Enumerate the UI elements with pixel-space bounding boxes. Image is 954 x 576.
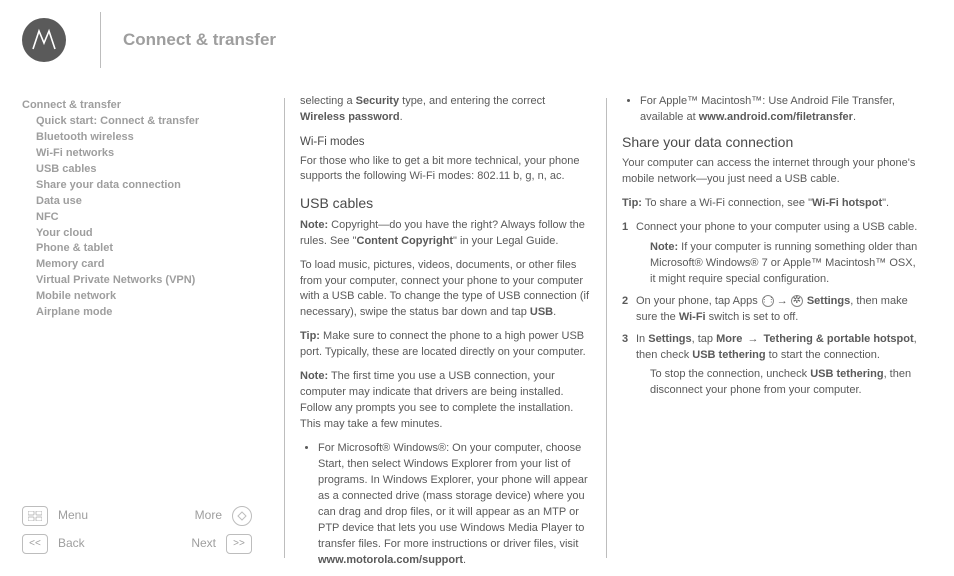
sidebar-item[interactable]: Virtual Private Networks (VPN): [22, 273, 262, 289]
next-icon[interactable]: >>: [226, 534, 252, 554]
content-column-1: selecting a Security type, and entering …: [300, 94, 592, 558]
motorola-logo: [22, 18, 66, 62]
header-divider: [100, 12, 101, 68]
page-title: Connect & transfer: [123, 28, 276, 53]
back-icon[interactable]: <<: [22, 534, 48, 554]
sidebar-item[interactable]: Phone & tablet: [22, 241, 262, 257]
header: Connect & transfer: [0, 0, 954, 80]
sidebar-item[interactable]: Mobile network: [22, 289, 262, 305]
sidebar-item[interactable]: Bluetooth wireless: [22, 130, 262, 146]
more-label[interactable]: More: [195, 507, 222, 524]
list-item: 2On your phone, tap Apps ⋮⋮→ Settings, t…: [622, 294, 922, 326]
menu-icon[interactable]: [22, 506, 48, 526]
body-text: Note: Copyright—do you have the right? A…: [300, 218, 592, 250]
body-text: Tip: Make sure to connect the phone to a…: [300, 329, 592, 361]
menu-label[interactable]: Menu: [58, 507, 195, 524]
body-text: Your computer can access the internet th…: [622, 156, 922, 188]
list-item: 1Connect your phone to your computer usi…: [622, 220, 922, 288]
body-text: Note: The first time you use a USB conne…: [300, 369, 592, 433]
next-label[interactable]: Next: [191, 535, 216, 552]
sidebar-item[interactable]: Wi-Fi networks: [22, 146, 262, 162]
body-text: selecting a Security type, and entering …: [300, 94, 592, 126]
list-item: 3In Settings, tap More → Tethering & por…: [622, 332, 922, 400]
list-item: For Microsoft® Windows®: On your compute…: [318, 441, 592, 569]
sidebar-item[interactable]: Airplane mode: [22, 305, 262, 321]
apps-icon: ⋮⋮: [762, 295, 774, 307]
content-column-2: For Apple™ Macintosh™: Use Android File …: [622, 94, 922, 558]
settings-icon: [791, 295, 803, 307]
sidebar-item[interactable]: USB cables: [22, 162, 262, 178]
body-text: To load music, pictures, videos, documen…: [300, 258, 592, 322]
sidebar-item[interactable]: Memory card: [22, 257, 262, 273]
back-label[interactable]: Back: [58, 535, 191, 552]
sidebar-item[interactable]: NFC: [22, 210, 262, 226]
body-text: For those who like to get a bit more tec…: [300, 154, 592, 186]
sidebar-toc: Connect & transfer Quick start: Connect …: [22, 98, 262, 321]
column-divider: [284, 98, 285, 558]
list-item: For Apple™ Macintosh™: Use Android File …: [640, 94, 922, 126]
body-text: Tip: To share a Wi-Fi connection, see "W…: [622, 196, 922, 212]
column-divider: [606, 98, 607, 558]
heading-wifi-modes: Wi-Fi modes: [300, 134, 592, 151]
bottom-nav: Menu More << Back Next >>: [22, 502, 262, 558]
more-icon[interactable]: [232, 506, 252, 526]
motorola-logo-icon: [29, 25, 59, 55]
sidebar-item[interactable]: Share your data connection: [22, 178, 262, 194]
heading-usb-cables: USB cables: [300, 193, 592, 213]
sidebar-item[interactable]: Your cloud: [22, 226, 262, 242]
sidebar-item[interactable]: Data use: [22, 194, 262, 210]
sidebar-item[interactable]: Quick start: Connect & transfer: [22, 114, 262, 130]
heading-share-connection: Share your data connection: [622, 132, 922, 152]
sidebar-section-title[interactable]: Connect & transfer: [22, 98, 262, 114]
